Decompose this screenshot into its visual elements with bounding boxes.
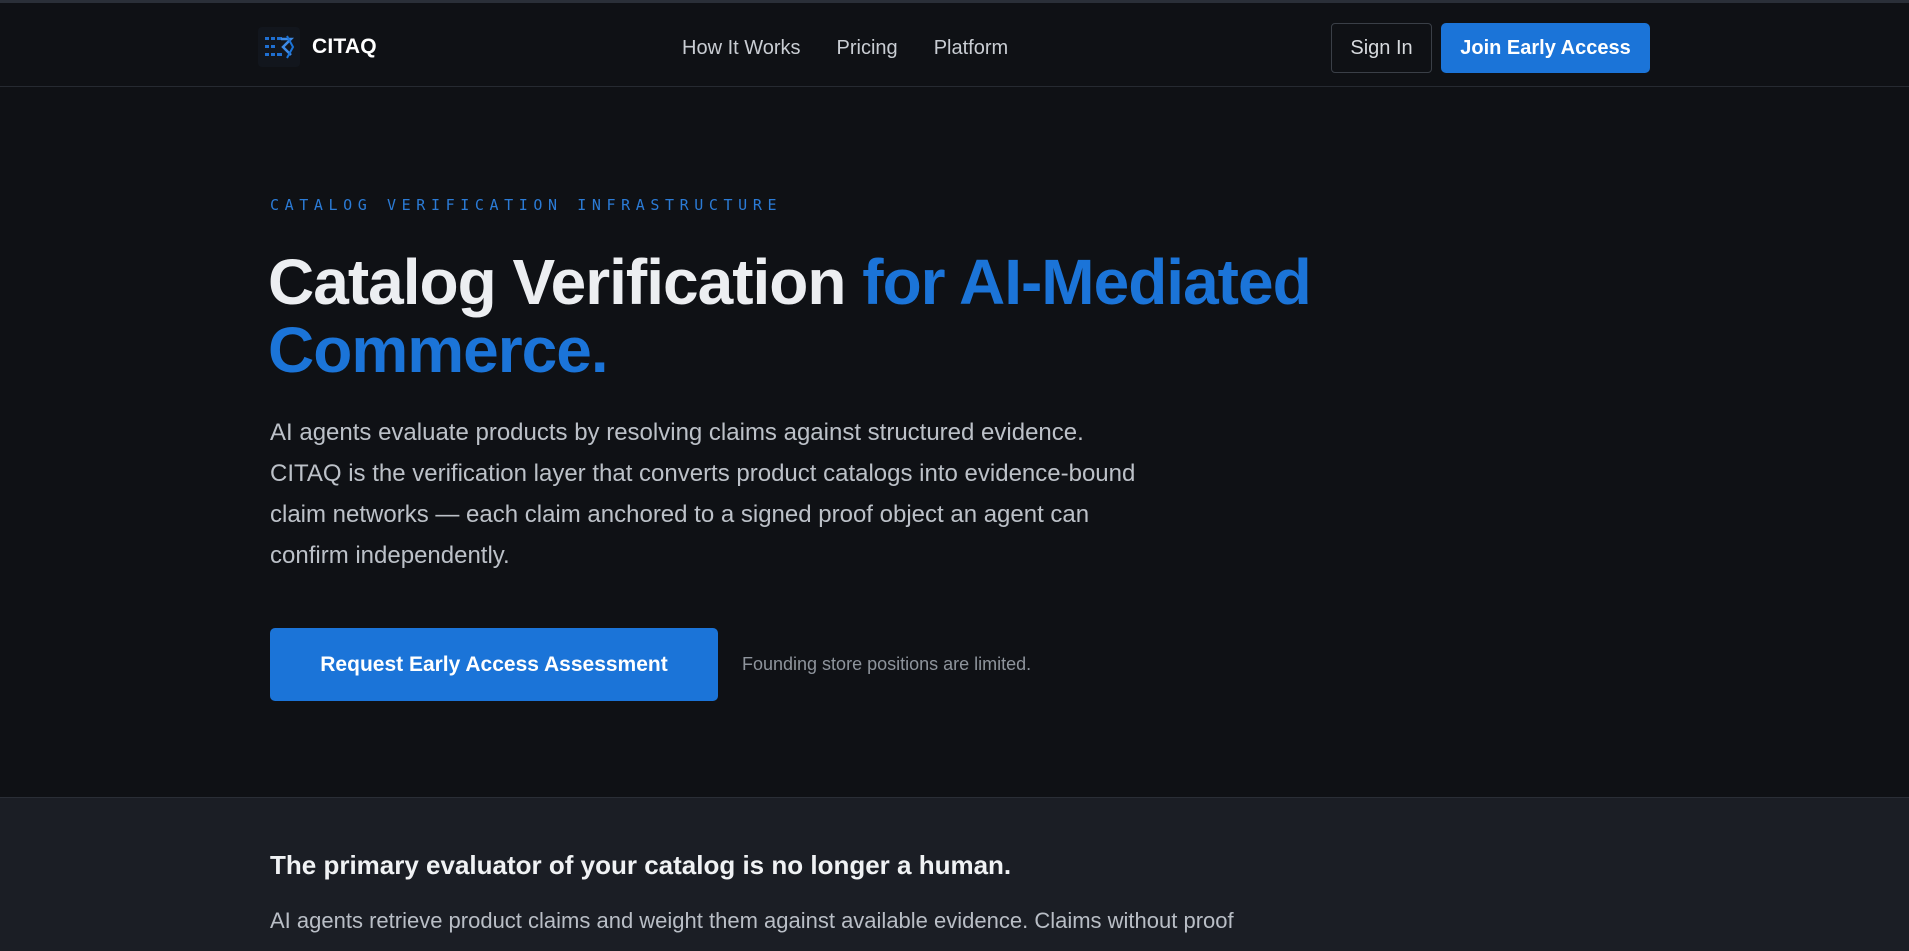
headline-plain: Catalog Verification xyxy=(268,246,863,318)
join-early-access-button[interactable]: Join Early Access xyxy=(1441,23,1650,73)
cta-note: Founding store positions are limited. xyxy=(742,654,1032,674)
evaluator-section: The primary evaluator of your catalog is… xyxy=(0,797,1909,951)
citaq-logo-icon xyxy=(258,27,300,67)
nav-pricing[interactable]: Pricing xyxy=(837,37,898,60)
brand-name: CITAQ xyxy=(312,35,377,58)
section-title: The primary evaluator of your catalog is… xyxy=(270,850,1012,880)
brand[interactable]: CITAQ xyxy=(258,27,377,67)
hero-headline: Catalog Verification for AI-Mediated Com… xyxy=(268,248,1368,384)
site-header: CITAQ How It Works Pricing Platform Sign… xyxy=(0,3,1909,87)
nav-platform[interactable]: Platform xyxy=(934,37,1008,60)
sign-in-button[interactable]: Sign In xyxy=(1331,23,1432,73)
request-assessment-button[interactable]: Request Early Access Assessment xyxy=(270,628,718,701)
main-nav: How It Works Pricing Platform xyxy=(682,33,1008,63)
hero-eyebrow: CATALOG VERIFICATION INFRASTRUCTURE xyxy=(270,196,783,214)
section-body: AI agents retrieve product claims and we… xyxy=(270,908,1234,933)
hero-section: CATALOG VERIFICATION INFRASTRUCTURE Cata… xyxy=(0,88,1909,797)
nav-how-it-works[interactable]: How It Works xyxy=(682,37,801,60)
hero-lead: AI agents evaluate products by resolving… xyxy=(270,419,1136,569)
